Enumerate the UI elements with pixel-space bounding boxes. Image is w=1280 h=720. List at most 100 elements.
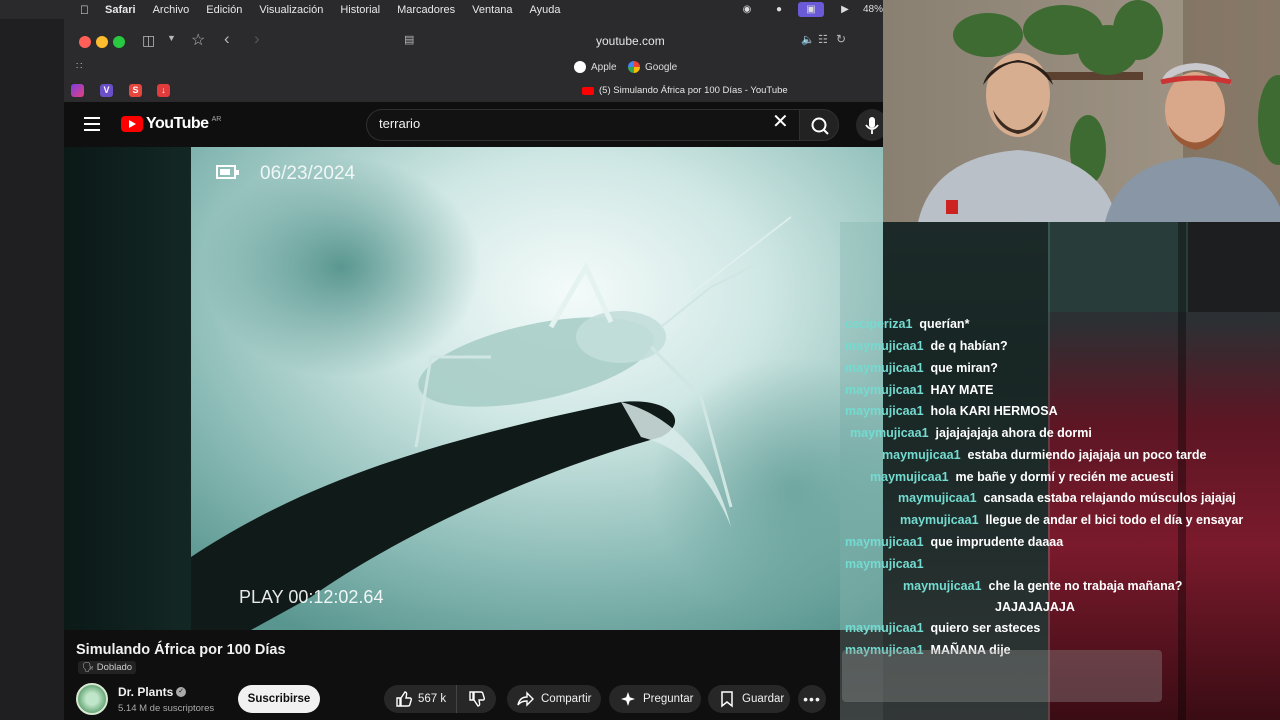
chat-icon[interactable]: ● bbox=[772, 2, 786, 17]
channel-avatar[interactable] bbox=[76, 683, 108, 715]
verified-icon: ✓ bbox=[176, 687, 186, 697]
like-count: 567 k bbox=[418, 693, 447, 705]
thumbs-up-icon bbox=[396, 691, 412, 707]
reload-icon[interactable]: ↻ bbox=[836, 32, 846, 46]
zoom-window-button[interactable] bbox=[113, 36, 125, 48]
extension-v-icon[interactable]: V bbox=[100, 84, 113, 97]
save-label: Guardar bbox=[742, 693, 785, 705]
dislike-button[interactable] bbox=[456, 685, 496, 713]
sidebar-toggle-icon[interactable]: ◫ bbox=[142, 32, 155, 49]
chat-text: que imprudente daaaa bbox=[930, 535, 1064, 549]
extension-s-icon[interactable]: S bbox=[129, 84, 142, 97]
minimize-window-button[interactable] bbox=[96, 36, 108, 48]
menu-archivo[interactable]: Archivo bbox=[153, 4, 190, 16]
chat-username[interactable]: maymujicaa1 bbox=[845, 339, 924, 353]
ask-label: Preguntar bbox=[643, 693, 694, 705]
ask-button[interactable]: Preguntar bbox=[609, 685, 701, 713]
chat-username[interactable]: maymujicaa1 bbox=[845, 361, 924, 375]
menu-marcadores[interactable]: Marcadores bbox=[397, 4, 455, 16]
apple-menu-icon[interactable]:  bbox=[80, 3, 89, 17]
webcam-image bbox=[883, 0, 1280, 222]
clear-search-icon[interactable]: ✕ bbox=[772, 112, 789, 132]
extension-icon-1[interactable] bbox=[71, 84, 84, 97]
chat-username[interactable]: maymujicaa1 bbox=[845, 404, 924, 418]
search-input[interactable] bbox=[379, 116, 759, 131]
bookmark-star-icon[interactable]: ☆ bbox=[191, 30, 205, 50]
menu-app-safari[interactable]: Safari bbox=[105, 4, 136, 16]
youtube-play-icon bbox=[121, 116, 143, 132]
audio-playing-icon[interactable]: 🔈 bbox=[801, 33, 815, 46]
country-code: AR bbox=[211, 115, 222, 123]
close-window-button[interactable] bbox=[79, 36, 91, 48]
chat-message: maymujicaa1 de q habían? bbox=[845, 339, 1008, 353]
search-box[interactable] bbox=[366, 109, 799, 141]
favorite-google[interactable]: Google bbox=[628, 61, 677, 73]
download-extension-icon[interactable]: ↓ bbox=[157, 84, 170, 97]
chat-username[interactable]: maymujicaa1 bbox=[845, 621, 924, 635]
chat-message: maymujicaa1 me bañe y dormí y recién me a… bbox=[870, 470, 1174, 484]
back-button[interactable]: ‹ bbox=[224, 29, 230, 49]
share-button[interactable]: Compartir bbox=[507, 685, 601, 713]
chat-username[interactable]: maymujicaa1 bbox=[903, 579, 982, 593]
menu-visualizacion[interactable]: Visualización bbox=[259, 4, 323, 16]
subscribe-button[interactable]: Suscribirse bbox=[238, 685, 320, 713]
battery-percent: 48% bbox=[863, 4, 884, 15]
save-button[interactable]: Guardar bbox=[708, 685, 790, 713]
webcam-feed bbox=[883, 0, 1280, 222]
chat-username[interactable]: maymujicaa1 bbox=[898, 491, 977, 505]
chat-text: me bañe y dormí y recién me acuesti bbox=[955, 470, 1174, 484]
menu-edicion[interactable]: Edición bbox=[206, 4, 242, 16]
screen-record-icon[interactable]: ◉ bbox=[740, 2, 754, 17]
menu-ayuda[interactable]: Ayuda bbox=[530, 4, 561, 16]
chat-text: HAY MATE bbox=[930, 383, 994, 397]
grid-icon[interactable]: ∷ bbox=[76, 61, 82, 72]
macos-menubar:  Safari Archivo Edición Visualización H… bbox=[0, 0, 883, 19]
active-tab[interactable]: (5) Simulando África por 100 Días - YouT… bbox=[582, 85, 788, 96]
youtube-logo[interactable]: YouTube AR bbox=[121, 115, 221, 133]
chevron-down-icon[interactable]: ▼ bbox=[167, 33, 176, 43]
more-horizontal-icon: ••• bbox=[803, 691, 821, 707]
chat-message: maymujicaa1 quiero ser asteces bbox=[845, 621, 1040, 635]
apple-fav-icon bbox=[574, 61, 586, 73]
chat-message: maymujicaa1 hola KARI HERMOSA bbox=[845, 404, 1058, 418]
menu-ventana[interactable]: Ventana bbox=[472, 4, 512, 16]
google-fav-icon bbox=[628, 61, 640, 73]
search-button[interactable] bbox=[799, 109, 839, 141]
page-menu-icon[interactable]: ▤ bbox=[404, 33, 414, 46]
video-player[interactable]: 06/23/2024 PLAY 00:12:02.64 bbox=[191, 147, 883, 630]
voice-search-button[interactable] bbox=[856, 109, 883, 141]
address-text[interactable]: youtube.com bbox=[596, 34, 665, 48]
address-bar[interactable]: ▤ youtube.com 🔈 ☷ ↻ bbox=[394, 28, 854, 54]
chat-text: de q habían? bbox=[930, 339, 1008, 353]
forward-button[interactable]: › bbox=[254, 29, 260, 49]
like-button[interactable]: 567 k bbox=[384, 685, 456, 713]
screen-share-icon[interactable]: ▣ bbox=[798, 2, 824, 17]
chat-text: que miran? bbox=[930, 361, 998, 375]
tab-title: (5) Simulando África por 100 Días - YouT… bbox=[599, 85, 788, 96]
chat-username[interactable]: ceciperiza1 bbox=[845, 317, 912, 331]
video-title: Simulando África por 100 Días bbox=[76, 642, 286, 658]
play-circle-icon[interactable]: ▶ bbox=[838, 2, 852, 17]
chat-message: maymujicaa1 jajajajajaja ahora de dormi bbox=[850, 426, 1092, 440]
chat-username[interactable]: maymujicaa1 bbox=[845, 535, 924, 549]
chat-text: quiero ser asteces bbox=[930, 621, 1041, 635]
chat-message: maymujicaa1 estaba durmiendo jajajaja un … bbox=[882, 448, 1206, 462]
translate-icon[interactable]: ☷ bbox=[818, 33, 828, 46]
more-actions-button[interactable]: ••• bbox=[798, 685, 826, 713]
chat-username[interactable]: maymujicaa1 bbox=[845, 557, 924, 571]
chat-text: querían* bbox=[919, 317, 970, 331]
chat-text: jajajajajaja ahora de dormi bbox=[935, 426, 1092, 440]
chat-message: maymujicaa1 llegue de andar el bici todo … bbox=[900, 513, 1243, 527]
chat-username[interactable]: maymujicaa1 bbox=[850, 426, 929, 440]
chat-text: hola KARI HERMOSA bbox=[930, 404, 1058, 418]
chat-username[interactable]: maymujicaa1 bbox=[882, 448, 961, 462]
chat-username[interactable]: maymujicaa1 bbox=[870, 470, 949, 484]
chat-username[interactable]: maymujicaa1 bbox=[900, 513, 979, 527]
chat-message: maymujicaa1 que miran? bbox=[845, 361, 998, 375]
menu-historial[interactable]: Historial bbox=[340, 4, 380, 16]
chat-username[interactable]: maymujicaa1 bbox=[845, 383, 924, 397]
chat-input-area[interactable] bbox=[842, 650, 1162, 702]
menu-icon[interactable] bbox=[84, 117, 100, 131]
channel-name[interactable]: Dr. Plants bbox=[118, 685, 173, 699]
favorite-apple[interactable]: Apple bbox=[574, 61, 617, 73]
